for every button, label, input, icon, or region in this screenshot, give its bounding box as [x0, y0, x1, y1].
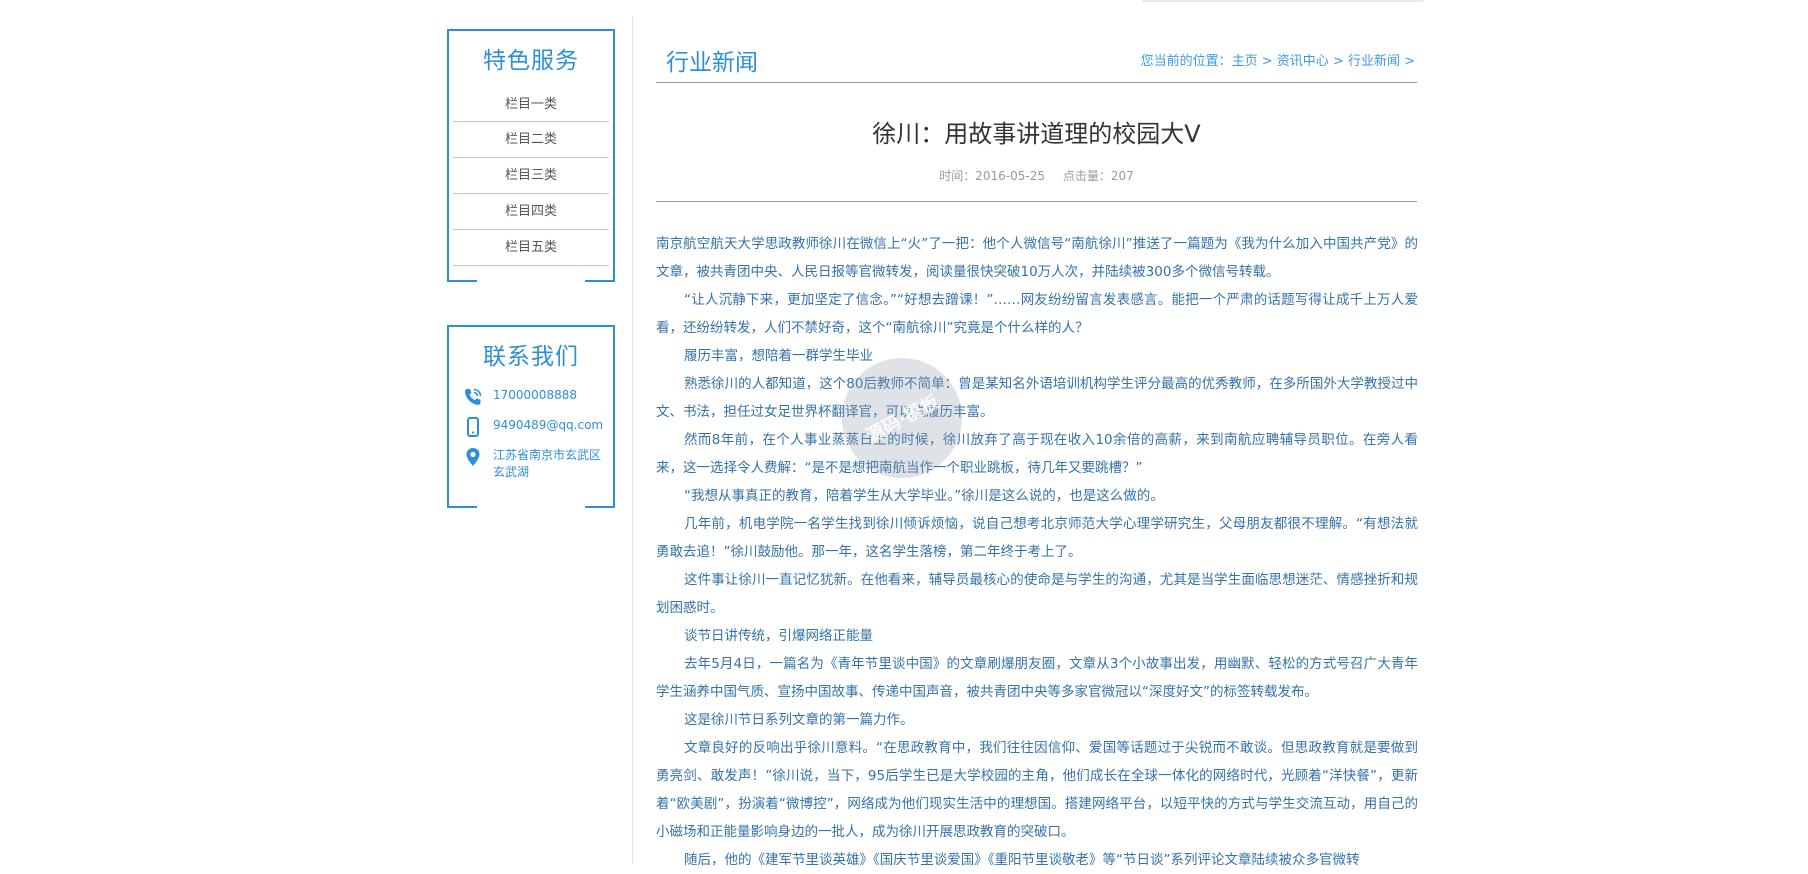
section-title: 行业新闻 [666, 50, 758, 76]
panel-bottom-notch [477, 280, 585, 282]
breadcrumb-separator: > [1399, 54, 1415, 69]
breadcrumb: 您当前的位置：主页 > 资讯中心 > 行业新闻 > [1141, 50, 1415, 69]
breadcrumb-prefix: 您当前的位置： [1140, 54, 1232, 69]
article-time: 时间：2016-05-25 [939, 169, 1045, 183]
contact-email[interactable]: 9490489@qq.com [493, 417, 603, 434]
article-subheading: 履历丰富，想陪着一群学生毕业 [684, 348, 873, 364]
article-paragraph: 随后，他的《建军节里谈英雄》《国庆节里谈爱国》《重阳节里谈敬老》等“节日谈”系列… [684, 852, 1360, 868]
article-paragraph: 这是徐川节日系列文章的第一篇力作。 [684, 712, 914, 728]
column-divider [632, 16, 633, 863]
services-item-5[interactable]: 栏目五类 [453, 230, 609, 266]
contact-panel: 联系我们 17000008888 9490489@qq.com 江苏省南京市玄武… [447, 325, 615, 508]
services-item-2[interactable]: 栏目二类 [453, 122, 609, 158]
contact-address-row: 江苏省南京市玄武区玄武湖 [463, 447, 607, 481]
article-views: 点击量：207 [1062, 169, 1134, 183]
article-body: 南京航空航天大学思政教师徐川在微信上“火”了一把：他个人微信号“南航徐川”推送了… [656, 230, 1418, 874]
article-paragraph: 南京航空航天大学思政教师徐川在微信上“火”了一把：他个人微信号“南航徐川”推送了… [656, 236, 1418, 280]
article-paragraph: 去年5月4日，一篇名为《青年节里谈中国》的文章刷爆朋友圈，文章从3个小故事出发，… [656, 656, 1418, 700]
services-panel: 特色服务 栏目一类 栏目二类 栏目三类 栏目四类 栏目五类 [447, 29, 615, 282]
article-paragraph: 然而8年前，在个人事业蒸蒸日上的时候，徐川放弃了高于现在收入10余倍的高薪，来到… [656, 432, 1418, 476]
contact-email-row: 9490489@qq.com [463, 417, 607, 437]
mobile-icon [467, 417, 479, 437]
breadcrumb-news-center-link[interactable]: 资讯中心 [1277, 54, 1329, 69]
contact-phone[interactable]: 17000008888 [493, 387, 577, 404]
location-pin-icon [466, 448, 480, 466]
breadcrumb-home-link[interactable]: 主页 [1232, 54, 1258, 69]
article-paragraph: “我想从事真正的教育，陪着学生从大学毕业。”徐川是这么说的，也是这么做的。 [684, 488, 1164, 504]
breadcrumb-industry-news-link[interactable]: 行业新闻 [1348, 54, 1400, 69]
breadcrumb-separator: > [1257, 54, 1277, 69]
contact-title: 联系我们 [483, 344, 579, 370]
article-paragraph: 文章良好的反响出乎徐川意料。“在思政教育中，我们往往因信仰、爱国等话题过于尖锐而… [656, 740, 1418, 840]
article-title: 徐川：用故事讲道理的校园大V [872, 120, 1201, 148]
article-subheading: 谈节日讲传统，引爆网络正能量 [684, 628, 873, 644]
breadcrumb-separator: > [1328, 54, 1348, 69]
services-title: 特色服务 [483, 48, 579, 74]
contact-address: 江苏省南京市玄武区玄武湖 [493, 448, 602, 479]
services-item-1[interactable]: 栏目一类 [453, 89, 609, 122]
article-paragraph: 几年前，机电学院一名学生找到徐川倾诉烦恼，说自己想考北京师范大学心理学研究生，父… [656, 516, 1418, 560]
article-paragraph: “让人沉静下来，更加坚定了信念。”“好想去蹭课！”……网友纷纷留言发表感言。能把… [656, 292, 1418, 336]
services-item-4[interactable]: 栏目四类 [453, 194, 609, 230]
article-paragraph: 熟悉徐川的人都知道，这个80后教师不简单：曾是某知名外语培训机构学生评分最高的优… [656, 376, 1418, 420]
contact-phone-row: 17000008888 [463, 387, 607, 407]
top-strip [1142, 0, 1424, 2]
services-item-3[interactable]: 栏目三类 [453, 158, 609, 194]
services-list: 栏目一类 栏目二类 栏目三类 栏目四类 栏目五类 [453, 89, 609, 266]
article-meta: 时间：2016-05-25 点击量：207 [656, 167, 1417, 184]
title-rule [656, 201, 1417, 202]
header-rule [656, 82, 1417, 83]
phone-icon [465, 388, 482, 405]
article-paragraph: 这件事让徐川一直记忆犹新。在他看来，辅导员最核心的使命是与学生的沟通，尤其是当学… [656, 572, 1418, 616]
panel-bottom-notch [477, 506, 585, 508]
